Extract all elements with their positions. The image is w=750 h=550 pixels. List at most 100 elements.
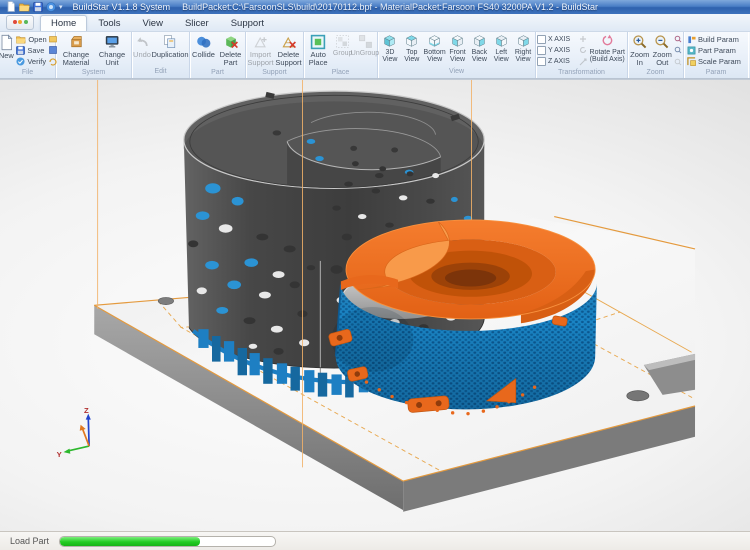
- group-caption-part: Part: [191, 68, 244, 79]
- group-caption-support: Support: [247, 68, 302, 79]
- app-logo-green-dot: [24, 20, 28, 24]
- cube-left-icon: [494, 34, 509, 48]
- material-box-icon: [68, 34, 85, 50]
- open-folder-icon[interactable]: [19, 2, 30, 12]
- view-front-button[interactable]: Front View: [447, 33, 469, 68]
- progress-fill: [60, 537, 200, 546]
- progress-bar: [59, 536, 276, 547]
- view-back-button[interactable]: Back View: [468, 33, 490, 68]
- import-support-button[interactable]: Import Support: [247, 33, 274, 68]
- tab-view[interactable]: View: [132, 15, 174, 31]
- app-logo-red-dot: [13, 20, 17, 24]
- rotate-part-build-axis-button[interactable]: Rotate Part (Build Axis): [588, 33, 626, 68]
- build-param-button[interactable]: Build Param: [686, 34, 746, 45]
- view-right-button[interactable]: Right View: [512, 33, 534, 68]
- new-doc-icon: [0, 34, 14, 51]
- quick-access-toolbar: ▾: [6, 1, 63, 12]
- z-axis-checkbox-box[interactable]: [537, 57, 546, 66]
- group-caption-transformation: Transformation: [537, 68, 626, 79]
- y-axis-arrow: [64, 449, 71, 454]
- cube-top-icon: [404, 34, 419, 48]
- ungroup-button[interactable]: UnGroup: [354, 33, 376, 68]
- zoom-out-icon: [654, 34, 670, 50]
- move-tool-icon[interactable]: [579, 35, 587, 43]
- application-button[interactable]: [6, 15, 34, 30]
- status-label: Load Part: [10, 536, 49, 546]
- new-button[interactable]: New: [0, 33, 14, 68]
- import-support-icon: [253, 34, 269, 50]
- y-axis-checkbox-box[interactable]: [537, 46, 546, 55]
- ribbon: New Open Save Verify: [0, 32, 750, 80]
- ribbon-group-zoom: Zoom In Zoom Out Zoom: [628, 32, 684, 79]
- save-icon: [16, 46, 25, 55]
- duplicate-icon: [162, 34, 178, 50]
- z-axis-checkbox[interactable]: Z AXIS: [537, 56, 578, 67]
- group-caption-param: Param: [685, 68, 747, 79]
- view-left-button[interactable]: Left View: [490, 33, 512, 68]
- x-axis-arrow: [80, 425, 86, 431]
- undo-button[interactable]: Undo: [133, 33, 151, 68]
- group-icon: [335, 34, 350, 49]
- open-button[interactable]: Open: [15, 34, 47, 45]
- ribbon-group-param: Build Param Part Param Scale Param Param: [684, 32, 748, 79]
- delete-support-button[interactable]: Delete Support: [275, 33, 302, 68]
- help-icon[interactable]: [46, 2, 56, 12]
- save-disk-icon[interactable]: [33, 2, 43, 12]
- collide-icon: [196, 34, 212, 50]
- scale-param-icon: [687, 57, 696, 66]
- y-axis-checkbox[interactable]: Y AXIS: [537, 45, 578, 56]
- view-3d-button[interactable]: 3D View: [379, 33, 401, 68]
- scene-canvas[interactable]: Z Y: [0, 80, 750, 531]
- part-param-button[interactable]: Part Param: [686, 45, 746, 56]
- group-caption-edit: Edit: [133, 67, 188, 78]
- change-material-button[interactable]: Change Material: [58, 33, 94, 68]
- ribbon-group-transformation: X AXIS Y AXIS Z AXIS Rotate Part (Build …: [536, 32, 628, 79]
- verify-button[interactable]: Verify: [15, 56, 47, 67]
- delete-part-button[interactable]: Delete Part: [217, 33, 244, 68]
- cube-right-icon: [516, 34, 531, 48]
- rotate-tool-icon[interactable]: [579, 46, 587, 54]
- tab-support[interactable]: Support: [220, 15, 275, 31]
- auto-place-button[interactable]: Auto Place: [305, 33, 331, 68]
- new-file-icon[interactable]: [6, 1, 16, 12]
- open-icon: [16, 35, 26, 44]
- delete-part-icon: [223, 34, 239, 50]
- zoom-all-icon[interactable]: [674, 58, 682, 66]
- save-button[interactable]: Save: [15, 45, 47, 56]
- group-caption-place: Place: [305, 68, 376, 79]
- delete-support-icon: [281, 34, 297, 50]
- x-axis-checkbox[interactable]: X AXIS: [537, 34, 578, 45]
- ribbon-group-place: Auto Place Group UnGroup Place: [304, 32, 378, 79]
- ribbon-group-support: Import Support Delete Support Support: [246, 32, 304, 79]
- zoom-out-button[interactable]: Zoom Out: [652, 33, 674, 68]
- collide-button[interactable]: Collide: [191, 33, 216, 68]
- zoom-in-button[interactable]: Zoom In: [629, 33, 651, 68]
- zoom-part-icon[interactable]: [674, 35, 682, 43]
- part-param-icon: [687, 46, 696, 55]
- buildstar-window: ▾ BuildStar V1.1.8 System BuildPacket:C:…: [0, 0, 750, 550]
- x-axis-checkbox-box[interactable]: [537, 35, 546, 44]
- rotate-part-icon: [600, 34, 615, 48]
- change-unit-button[interactable]: Change Unit: [95, 33, 129, 68]
- duplication-button[interactable]: Duplication: [152, 33, 188, 68]
- scale-tool-icon[interactable]: [579, 58, 587, 66]
- tab-tools[interactable]: Tools: [87, 15, 131, 31]
- view-top-button[interactable]: Top View: [401, 33, 423, 68]
- tab-home[interactable]: Home: [40, 15, 87, 31]
- tab-slicer[interactable]: Slicer: [174, 15, 220, 31]
- ribbon-group-file: New Open Save Verify: [0, 32, 56, 79]
- axis-triad: Z Y: [57, 406, 91, 459]
- zoom-window-icon[interactable]: [674, 46, 682, 54]
- viewport-3d[interactable]: Z Y: [0, 79, 750, 531]
- ribbon-group-edit: Undo Duplication Edit: [132, 32, 190, 79]
- cube-back-icon: [472, 34, 487, 48]
- monitor-icon: [104, 34, 121, 50]
- view-bottom-button[interactable]: Bottom View: [423, 33, 447, 68]
- document-title: BuildPacket:C:\FarsoonSLS\build\20170112…: [182, 2, 598, 12]
- scale-param-button[interactable]: Scale Param: [686, 56, 746, 67]
- zoom-in-icon: [632, 34, 648, 50]
- build-param-icon: [687, 35, 696, 44]
- title-bar: ▾ BuildStar V1.1.8 System BuildPacket:C:…: [0, 0, 750, 14]
- qat-dropdown-icon[interactable]: ▾: [59, 3, 63, 11]
- app-logo-amber-dot: [18, 20, 22, 24]
